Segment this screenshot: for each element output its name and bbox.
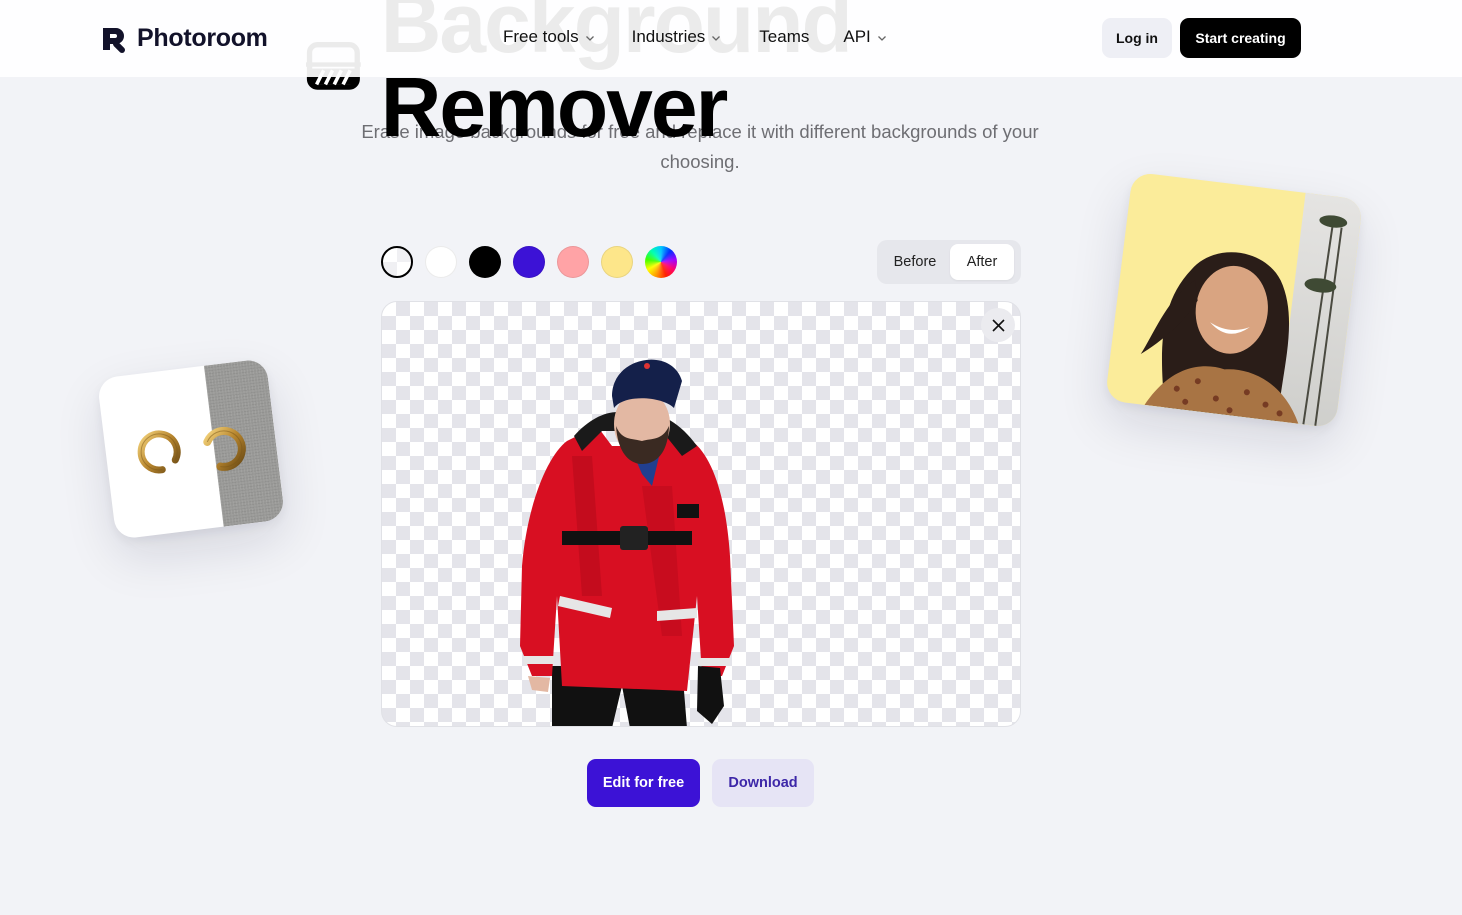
before-toggle[interactable]: Before: [880, 244, 950, 280]
nav-label: API: [843, 27, 871, 46]
login-button[interactable]: Log in: [1102, 18, 1172, 58]
result-image-canvas: [381, 301, 1021, 727]
swatch-custom-color-picker[interactable]: [645, 246, 677, 278]
photoroom-logo[interactable]: Photoroom: [100, 24, 268, 53]
nav-label: Teams: [759, 27, 810, 46]
nav-free-tools[interactable]: Free tools: [503, 27, 595, 47]
swatch-white[interactable]: [425, 246, 457, 278]
cutout-person-image: [520, 359, 734, 726]
chevron-down-icon: [877, 35, 886, 41]
nav-label: Free tools: [503, 27, 579, 46]
nav-teams[interactable]: Teams: [759, 27, 809, 47]
brand-name: Photoroom: [137, 24, 268, 52]
close-icon: [991, 318, 1005, 332]
swatch-black[interactable]: [469, 246, 501, 278]
start-creating-button[interactable]: Start creating: [1180, 18, 1301, 58]
top-navigation-bar: Photoroom Free tools Industries Teams AP…: [0, 0, 1462, 77]
download-button[interactable]: Download: [712, 759, 814, 807]
main-nav: Free tools Industries Teams API: [503, 27, 887, 47]
chevron-down-icon: [585, 35, 594, 41]
swatch-pink[interactable]: [557, 246, 589, 278]
swatch-yellow[interactable]: [601, 246, 633, 278]
edit-for-free-button[interactable]: Edit for free: [587, 759, 700, 807]
nav-api[interactable]: API: [843, 27, 886, 47]
swatch-transparent[interactable]: [381, 246, 413, 278]
photoroom-logo-icon: [103, 27, 125, 53]
background-color-swatches: [381, 246, 677, 278]
close-button[interactable]: [981, 308, 1015, 342]
chevron-down-icon: [712, 35, 721, 41]
sample-image-portrait[interactable]: [1104, 171, 1364, 429]
before-after-toggle: Before After: [877, 240, 1021, 284]
nav-industries[interactable]: Industries: [632, 27, 722, 47]
nav-label: Industries: [631, 27, 706, 46]
swatch-purple[interactable]: [513, 246, 545, 278]
after-toggle[interactable]: After: [950, 244, 1014, 280]
portrait-image: [1140, 215, 1348, 426]
sample-image-earrings[interactable]: [96, 358, 286, 540]
